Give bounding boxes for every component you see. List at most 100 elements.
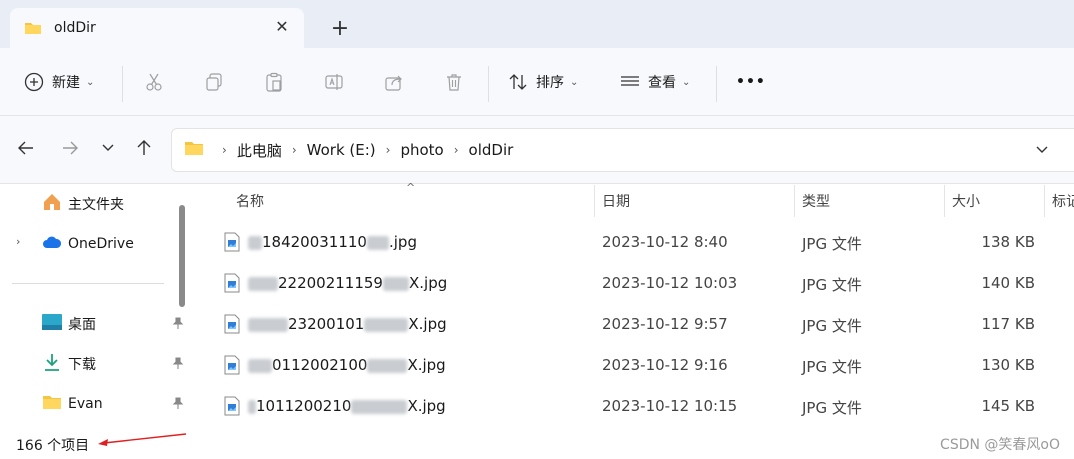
table-row[interactable]: 1011200210 X.jpg 2023-10-12 10:15 JPG 文件 …	[190, 386, 1074, 426]
address-bar[interactable]: › 此电脑 › Work (E:) › photo › oldDir	[171, 128, 1074, 172]
column-separator[interactable]	[594, 185, 595, 217]
navigation-pane: 主文件夹 › OneDrive 桌面 下载 Evan	[0, 185, 190, 430]
recent-locations-button[interactable]	[96, 138, 120, 162]
more-options-button[interactable]: •••	[736, 66, 766, 98]
new-button[interactable]: 新建 ⌄	[24, 66, 94, 98]
breadcrumb-separator: ›	[222, 143, 227, 157]
breadcrumb-separator: ›	[291, 143, 297, 157]
column-separator[interactable]	[794, 185, 795, 217]
sidebar-item-evan[interactable]: Evan	[42, 392, 184, 416]
delete-button[interactable]	[444, 66, 464, 98]
column-header-date[interactable]: 日期	[602, 185, 792, 217]
sidebar-item-label: 桌面	[68, 317, 96, 333]
rename-button[interactable]	[324, 66, 344, 98]
plus-circle-icon	[24, 72, 44, 92]
back-button[interactable]	[14, 138, 38, 162]
table-row[interactable]: 23200101 X.jpg 2023-10-12 9:57 JPG 文件 117…	[190, 304, 1074, 344]
sidebar-item-label: 下载	[68, 357, 96, 373]
list-view-icon	[620, 72, 640, 92]
red-arrow-annotation	[96, 430, 188, 454]
sidebar-item-onedrive[interactable]: OneDrive	[42, 232, 134, 256]
cut-button[interactable]	[144, 66, 164, 98]
rename-icon	[324, 72, 344, 92]
table-row[interactable]: 0112002100 X.jpg 2023-10-12 9:16 JPG 文件 1…	[190, 345, 1074, 385]
sidebar-item-downloads[interactable]: 下载	[42, 352, 184, 376]
divider	[716, 66, 717, 102]
column-separator[interactable]	[944, 185, 945, 217]
tab-oldDir[interactable]: oldDir ✕	[10, 8, 304, 48]
trash-icon	[444, 72, 464, 92]
file-name: 18420031110 .jpg	[248, 233, 417, 251]
file-size: 117 KB	[981, 315, 1035, 333]
status-bar: 166 个项目 CSDN @笑春风oO	[0, 430, 1074, 459]
folder-icon	[184, 140, 204, 160]
image-file-icon	[224, 273, 240, 293]
chevron-down-icon[interactable]	[1034, 141, 1052, 159]
view-button[interactable]: 查看 ⌄	[620, 66, 690, 98]
paste-button[interactable]	[264, 66, 284, 98]
breadcrumb-separator: ›	[453, 143, 459, 157]
file-size: 145 KB	[981, 397, 1035, 415]
table-row[interactable]: 18420031110 .jpg 2023-10-12 8:40 JPG 文件 1…	[190, 222, 1074, 262]
file-type: JPG 文件	[802, 358, 862, 376]
chevron-down-icon: ⌄	[86, 76, 95, 88]
column-separator[interactable]	[1044, 185, 1045, 217]
tab-label: oldDir	[54, 20, 96, 36]
file-name: 22200211159 X.jpg	[248, 274, 447, 292]
chevron-down-icon	[101, 141, 115, 159]
navigation-bar: › 此电脑 › Work (E:) › photo › oldDir	[0, 116, 1074, 184]
new-tab-button[interactable]: +	[328, 18, 352, 42]
file-date: 2023-10-12 9:57	[602, 315, 728, 333]
arrow-left-icon	[17, 139, 35, 161]
file-date: 2023-10-12 8:40	[602, 233, 728, 251]
sidebar-item-desktop[interactable]: 桌面	[42, 312, 184, 336]
file-size: 138 KB	[981, 233, 1035, 251]
clipboard-icon	[264, 72, 284, 92]
file-list: ^ 名称 日期 类型 大小 标记 18420031110 .jpg 2023-10…	[190, 181, 1074, 430]
sort-icon	[508, 72, 528, 92]
command-bar: 新建 ⌄ 排序 ⌄ 查看 ⌄ •••	[0, 48, 1074, 116]
folder-icon	[24, 21, 42, 35]
breadcrumb-olddir[interactable]: oldDir	[469, 141, 514, 159]
breadcrumb-photo[interactable]: photo	[400, 141, 443, 159]
pin-icon	[172, 316, 184, 332]
file-type: JPG 文件	[802, 399, 862, 417]
file-type: JPG 文件	[802, 276, 862, 294]
file-date: 2023-10-12 9:16	[602, 356, 728, 374]
column-header-type[interactable]: 类型	[802, 185, 942, 217]
chevron-down-icon: ⌄	[570, 76, 579, 88]
close-icon[interactable]: ✕	[274, 19, 290, 35]
sidebar-scrollbar[interactable]	[179, 205, 185, 307]
image-file-icon	[224, 355, 240, 375]
divider	[12, 283, 164, 284]
expand-icon[interactable]: ›	[16, 235, 20, 248]
desktop-icon	[42, 314, 62, 334]
share-button[interactable]	[384, 66, 404, 98]
pin-icon	[172, 396, 184, 412]
chevron-down-icon: ⌄	[682, 76, 691, 88]
table-row[interactable]: 22200211159 X.jpg 2023-10-12 10:03 JPG 文件…	[190, 263, 1074, 303]
copy-button[interactable]	[204, 66, 224, 98]
breadcrumb-work-drive[interactable]: Work (E:)	[307, 141, 376, 159]
copy-icon	[204, 72, 224, 92]
up-button[interactable]	[132, 138, 156, 162]
column-header-name[interactable]: 名称	[236, 185, 592, 217]
arrow-right-icon	[61, 139, 79, 161]
more-icon: •••	[736, 74, 766, 90]
download-icon	[42, 352, 62, 376]
file-name: 1011200210 X.jpg	[248, 397, 446, 415]
breadcrumb-this-pc[interactable]: 此电脑	[237, 140, 282, 161]
sidebar-item-home[interactable]: 主文件夹	[42, 192, 124, 216]
file-date: 2023-10-12 10:15	[602, 397, 738, 415]
file-name: 23200101 X.jpg	[248, 315, 447, 333]
column-header-tags[interactable]: 标记	[1052, 185, 1074, 217]
breadcrumb-separator: ›	[385, 143, 391, 157]
item-count: 166 个项目	[16, 438, 90, 454]
forward-button[interactable]	[58, 138, 82, 162]
sort-button[interactable]: 排序 ⌄	[508, 66, 578, 98]
file-size: 140 KB	[981, 274, 1035, 292]
column-header-size[interactable]: 大小	[952, 185, 1042, 217]
file-type: JPG 文件	[802, 235, 862, 253]
sidebar-item-label: 主文件夹	[68, 197, 124, 213]
home-icon	[42, 192, 62, 216]
